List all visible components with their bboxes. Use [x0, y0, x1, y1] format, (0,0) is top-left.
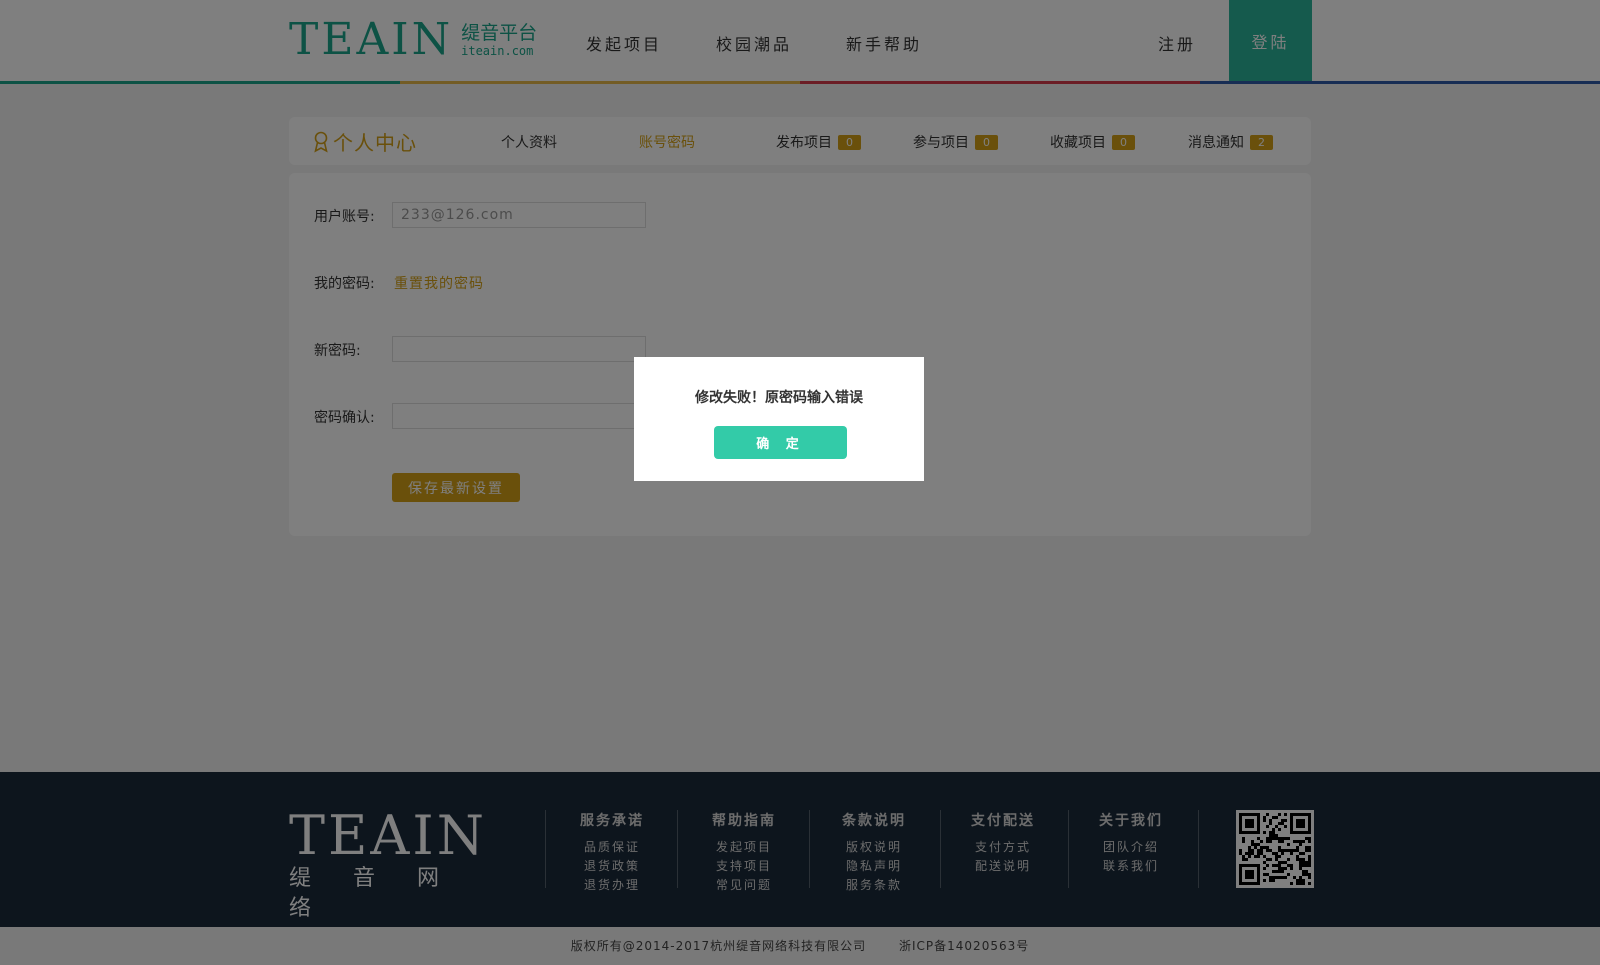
- modal-overlay: [0, 0, 1600, 965]
- dialog-ok-button[interactable]: 确 定: [714, 426, 847, 459]
- dialog-message: 修改失败！原密码输入错误: [695, 390, 863, 406]
- error-dialog: 修改失败！原密码输入错误 确 定: [634, 357, 924, 481]
